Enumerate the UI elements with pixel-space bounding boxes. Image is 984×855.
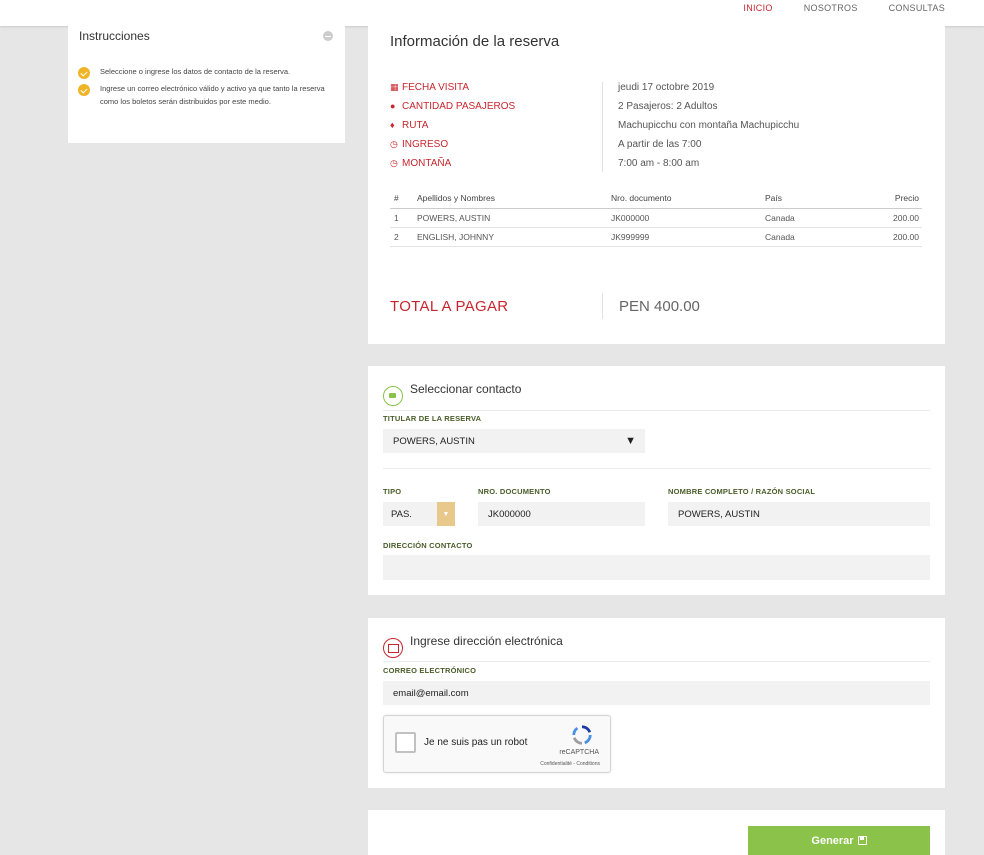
divider: [383, 661, 930, 662]
nombre-completo-input[interactable]: POWERS, AUSTIN: [668, 502, 930, 526]
email-section-title: Ingrese dirección electrónica: [410, 634, 563, 648]
instructions-panel: Instrucciones Seleccione o ingrese los d…: [68, 26, 345, 143]
info-label-pasajeros: ● CANTIDAD PASAJEROS: [390, 101, 516, 112]
actions-panel: Generar: [368, 810, 945, 855]
chevron-down-icon: ▼: [437, 502, 455, 526]
nombre-completo-label: NOMBRE COMPLETO / RAZÓN SOCIAL: [668, 487, 816, 496]
caret-down-icon: ▼: [625, 435, 636, 447]
direccion-input[interactable]: [383, 555, 930, 580]
info-value-fecha: jeudi 17 octobre 2019: [618, 82, 715, 93]
table-row: 2 ENGLISH, JOHNNY JK999999 Canada 200.00: [390, 227, 922, 247]
users-icon: ●: [390, 101, 396, 111]
titular-label: TITULAR DE LA RESERVA: [383, 414, 482, 423]
check-icon: [78, 67, 90, 79]
instruction-item: Seleccione o ingrese los datos de contac…: [78, 66, 336, 79]
divider: [383, 468, 930, 469]
recaptcha-widget: Je ne suis pas un robot reCAPTCHA Confid…: [383, 715, 611, 773]
collapse-icon[interactable]: [323, 31, 333, 41]
col-header-nombres: Apellidos y Nombres: [417, 189, 611, 209]
nro-documento-label: NRO. DOCUMENTO: [478, 487, 551, 496]
info-value-ingreso: A partir de las 7:00: [618, 139, 702, 150]
recaptcha-checkbox[interactable]: [395, 732, 416, 753]
divider: [602, 293, 603, 319]
recaptcha-logo-icon: [572, 725, 592, 745]
email-label: CORREO ELECTRÓNICO: [383, 666, 477, 675]
info-value-ruta: Machupicchu con montaña Machupicchu: [618, 120, 800, 131]
passengers-table: # Apellidos y Nombres Nro. documento Paí…: [390, 189, 922, 247]
clock-icon: ◷: [390, 139, 398, 149]
contact-panel: Seleccionar contacto TITULAR DE LA RESER…: [368, 366, 945, 595]
instruction-item: Ingrese un correo electrónico válido y a…: [78, 83, 336, 108]
info-label-fecha: ▦ FECHA VISITA: [390, 82, 470, 93]
info-label-montana: ◷ MONTAÑA: [390, 158, 452, 169]
total-label: TOTAL A PAGAR: [390, 298, 509, 315]
instructions-title: Instrucciones: [79, 29, 150, 43]
top-navbar: INICIO NOSOTROS CONSULTAS: [0, 0, 984, 26]
contact-section-title: Seleccionar contacto: [410, 382, 522, 396]
nav-consultas[interactable]: CONSULTAS: [889, 3, 945, 13]
col-header-precio: Precio: [865, 189, 922, 209]
info-label-ruta: ♦ RUTA: [390, 120, 429, 131]
table-row: 1 POWERS, AUSTIN JK000000 Canada 200.00: [390, 208, 922, 228]
check-icon: [78, 84, 90, 96]
map-marker-icon: ♦: [390, 120, 395, 130]
divider: [383, 410, 930, 411]
col-header-num: #: [390, 189, 417, 209]
id-card-icon: [383, 386, 403, 406]
info-value-pasajeros: 2 Pasajeros: 2 Adultos: [618, 101, 718, 112]
titular-select[interactable]: POWERS, AUSTIN ▼: [383, 429, 645, 453]
direccion-label: DIRECCIÓN CONTACTO: [383, 541, 473, 550]
recaptcha-terms-link[interactable]: Confidentialité - Conditions: [540, 761, 600, 767]
main-nav: INICIO NOSOTROS CONSULTAS: [712, 3, 945, 13]
generar-button[interactable]: Generar: [748, 826, 930, 855]
email-panel: Ingrese dirección electrónica CORREO ELE…: [368, 618, 945, 788]
recaptcha-brand: reCAPTCHA: [559, 749, 599, 756]
divider: [602, 82, 603, 172]
reservation-title: Información de la reserva: [390, 33, 560, 50]
nro-documento-input[interactable]: JK000000: [478, 502, 645, 526]
tipo-label: TIPO: [383, 487, 402, 496]
reservation-panel: Información de la reserva ▦ FECHA VISITA …: [368, 26, 945, 344]
table-header-row: # Apellidos y Nombres Nro. documento Paí…: [390, 189, 922, 209]
info-value-montana: 7:00 am - 8:00 am: [618, 158, 700, 169]
nav-inicio[interactable]: INICIO: [743, 3, 772, 13]
info-label-ingreso: ◷ INGRESO: [390, 139, 449, 150]
email-input[interactable]: email@email.com: [383, 681, 930, 705]
col-header-documento: Nro. documento: [611, 189, 765, 209]
nav-nosotros[interactable]: NOSOTROS: [804, 3, 858, 13]
recaptcha-text: Je ne suis pas un robot: [424, 737, 528, 748]
envelope-icon: [383, 638, 403, 658]
col-header-pais: País: [765, 189, 865, 209]
save-icon: [857, 836, 867, 845]
total-value: PEN 400.00: [619, 298, 700, 315]
clock-icon: ◷: [390, 158, 398, 168]
tipo-select[interactable]: PAS. ▼: [383, 502, 455, 526]
calendar-icon: ▦: [390, 82, 399, 92]
